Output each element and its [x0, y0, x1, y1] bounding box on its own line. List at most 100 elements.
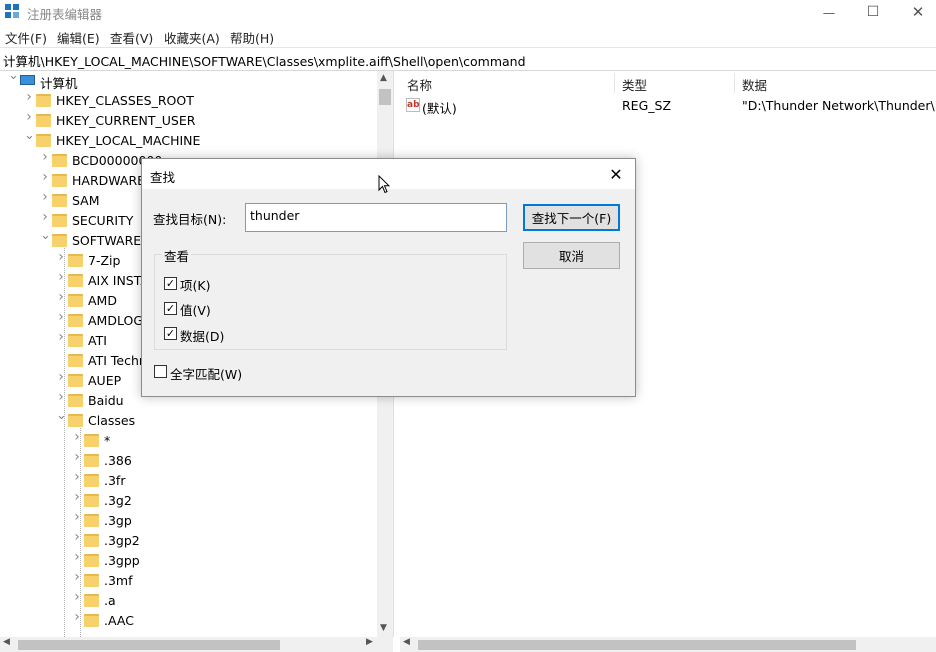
- data-checkbox[interactable]: ✓: [164, 327, 177, 340]
- column-header-name[interactable]: 名称: [407, 75, 432, 94]
- tree-node[interactable]: › .3gp2: [0, 530, 377, 551]
- chevron-right-icon[interactable]: ›: [72, 490, 82, 504]
- menu-edit[interactable]: 编辑(E): [57, 28, 100, 47]
- tree-node[interactable]: › HKEY_CLASSES_ROOT: [0, 90, 377, 111]
- chevron-right-icon[interactable]: ›: [72, 590, 82, 604]
- chevron-right-icon[interactable]: ›: [72, 610, 82, 624]
- chevron-right-icon[interactable]: ›: [40, 170, 50, 184]
- folder-icon: [84, 534, 99, 547]
- dialog-close-button[interactable]: ✕: [602, 163, 630, 185]
- chevron-right-icon[interactable]: ›: [56, 290, 66, 304]
- tree-node-label: AUEP: [88, 373, 122, 388]
- tree-node[interactable]: ⌄ Classes: [0, 409, 377, 431]
- chevron-down-icon[interactable]: ⌄: [8, 71, 19, 82]
- scroll-up-icon[interactable]: ▲: [380, 73, 387, 83]
- column-header-data[interactable]: 数据: [742, 75, 767, 94]
- folder-icon: [68, 254, 83, 267]
- values-checkbox[interactable]: ✓: [164, 302, 177, 315]
- chevron-right-icon[interactable]: ›: [24, 90, 34, 104]
- match-whole-checkbox[interactable]: [154, 365, 167, 378]
- tree-scroll-thumb[interactable]: [379, 89, 391, 105]
- tree-node[interactable]: › .3mf: [0, 570, 377, 591]
- tree-node-label: 7-Zip: [88, 253, 121, 268]
- folder-icon: [84, 434, 99, 447]
- tree-node[interactable]: › .3fr: [0, 470, 377, 491]
- scroll-right-icon[interactable]: ▶: [366, 637, 373, 647]
- tree-node-label: .3g2: [104, 493, 132, 508]
- tree-node[interactable]: › .3gp: [0, 510, 377, 531]
- chevron-right-icon[interactable]: ›: [72, 530, 82, 544]
- tree-node-label: AMD: [88, 293, 117, 308]
- menu-favorites[interactable]: 收藏夹(A): [164, 28, 220, 47]
- maximize-icon: ☐: [866, 4, 880, 20]
- data-checkbox-label[interactable]: 数据(D): [180, 326, 224, 345]
- folder-icon: [68, 294, 83, 307]
- tree-node[interactable]: › HKEY_CURRENT_USER: [0, 110, 377, 131]
- minimize-button[interactable]: —: [806, 0, 852, 24]
- menu-view[interactable]: 查看(V): [110, 28, 153, 47]
- chevron-right-icon[interactable]: ›: [56, 270, 66, 284]
- tree-node[interactable]: › .a: [0, 590, 377, 611]
- chevron-right-icon[interactable]: ›: [72, 510, 82, 524]
- menu-file[interactable]: 文件(F): [5, 28, 47, 47]
- keys-checkbox-label[interactable]: 项(K): [180, 275, 210, 294]
- folder-icon: [52, 214, 67, 227]
- column-divider[interactable]: [614, 73, 615, 93]
- tree-node[interactable]: › .386: [0, 450, 377, 471]
- tree-node[interactable]: ⌄ HKEY_LOCAL_MACHINE: [0, 129, 377, 151]
- tree-node[interactable]: › .3gpp: [0, 550, 377, 571]
- tree-node-label: SECURITY: [72, 213, 134, 228]
- tree-node-label: Classes: [88, 413, 136, 428]
- maximize-button[interactable]: ☐: [850, 0, 896, 24]
- chevron-down-icon[interactable]: ⌄: [56, 409, 67, 422]
- folder-icon: [52, 154, 67, 167]
- column-header-type[interactable]: 类型: [622, 75, 647, 94]
- folder-icon: [36, 114, 51, 127]
- chevron-right-icon[interactable]: ›: [56, 250, 66, 264]
- find-what-input[interactable]: thunder: [245, 203, 507, 232]
- chevron-down-icon[interactable]: ⌄: [24, 129, 35, 142]
- find-next-button[interactable]: 查找下一个(F): [523, 204, 620, 231]
- tree-hscroll-thumb[interactable]: [18, 640, 280, 650]
- tree-node[interactable]: › .AAC: [0, 610, 377, 631]
- folder-icon: [52, 234, 67, 247]
- address-bar[interactable]: 计算机\HKEY_LOCAL_MACHINE\SOFTWARE\Classes\…: [0, 47, 936, 71]
- value-name: (默认): [422, 101, 457, 116]
- tree-root-computer[interactable]: ⌄ 计算机: [0, 71, 377, 91]
- tree-node-label: .3mf: [104, 573, 133, 588]
- chevron-right-icon[interactable]: ›: [56, 390, 66, 404]
- chevron-right-icon[interactable]: ›: [56, 330, 66, 344]
- chevron-right-icon[interactable]: ›: [40, 150, 50, 164]
- chevron-right-icon[interactable]: ›: [72, 430, 82, 444]
- scroll-left-icon[interactable]: ◀: [403, 637, 410, 647]
- chevron-right-icon[interactable]: ›: [72, 470, 82, 484]
- tree-node-label: SAM: [72, 193, 100, 208]
- chevron-down-icon[interactable]: ⌄: [40, 229, 51, 242]
- chevron-right-icon[interactable]: ›: [40, 210, 50, 224]
- folder-icon: [52, 174, 67, 187]
- tree-node-label: .AAC: [104, 613, 134, 628]
- chevron-right-icon[interactable]: ›: [24, 110, 34, 124]
- scroll-down-icon[interactable]: ▼: [380, 623, 387, 633]
- chevron-right-icon[interactable]: ›: [40, 190, 50, 204]
- address-path[interactable]: 计算机\HKEY_LOCAL_MACHINE\SOFTWARE\Classes\…: [3, 51, 526, 70]
- cancel-button[interactable]: 取消: [523, 242, 620, 269]
- chevron-right-icon[interactable]: ›: [56, 310, 66, 324]
- chevron-right-icon[interactable]: ›: [72, 450, 82, 464]
- scroll-left-icon[interactable]: ◀: [3, 637, 10, 647]
- tree-node[interactable]: › *: [0, 430, 377, 451]
- tree-node[interactable]: › .3g2: [0, 490, 377, 511]
- chevron-right-icon[interactable]: ›: [56, 370, 66, 384]
- close-icon: ✕: [609, 164, 623, 184]
- values-checkbox-label[interactable]: 值(V): [180, 300, 211, 319]
- keys-checkbox[interactable]: ✓: [164, 277, 177, 290]
- chevron-right-icon[interactable]: ›: [72, 550, 82, 564]
- list-hscroll-thumb[interactable]: [418, 640, 856, 650]
- dialog-title: 查找: [150, 170, 176, 185]
- close-button[interactable]: ✕: [895, 0, 936, 24]
- match-whole-label[interactable]: 全字匹配(W): [170, 364, 242, 383]
- menu-help[interactable]: 帮助(H): [230, 28, 274, 47]
- chevron-right-icon[interactable]: ›: [72, 570, 82, 584]
- column-divider[interactable]: [734, 73, 735, 93]
- list-row[interactable]: ab (默认) REG_SZ "D:\Thunder Network\Thund…: [400, 96, 936, 116]
